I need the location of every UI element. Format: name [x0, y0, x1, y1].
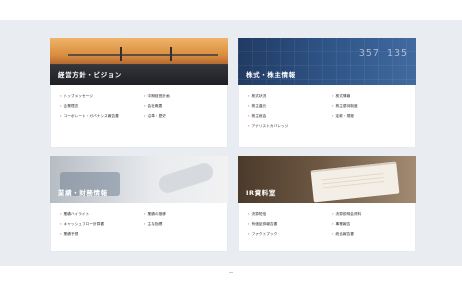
- card-ir: IR資料室 決算短信 決算説明会資料 有価証券報告書 事業報告 ファクトブック …: [238, 156, 416, 252]
- top-white-strip: [0, 0, 462, 20]
- hero-business-image[interactable]: 業績・財務情報: [50, 156, 228, 203]
- card-philosophy: 経営方針・ビジョン トップメッセージ 中期経営計画 企業理念 会社概要 コーポレ…: [50, 38, 228, 148]
- link-item[interactable]: コーポレート・ガバナンス報告書: [60, 114, 119, 119]
- card-title: 株式・株主情報: [246, 71, 296, 79]
- link-item[interactable]: 中期経営計画: [144, 94, 170, 99]
- link-item[interactable]: 株主優待制度: [332, 104, 358, 109]
- hero-philosophy-image[interactable]: 経営方針・ビジョン: [50, 38, 228, 85]
- link-item[interactable]: 決算説明会資料: [332, 212, 362, 217]
- link-item[interactable]: キャッシュフロー計算書: [60, 222, 105, 227]
- links-stock: 株式状況 株式情報 株主還元 株主優待制度 株主総会 定款・規程 アナリストカバ…: [238, 86, 416, 150]
- link-item[interactable]: 主な指標: [144, 222, 163, 227]
- link-item[interactable]: 決算短信: [248, 212, 267, 217]
- links-business: 業績ハイライト 業績の推移 キャッシュフロー計算書 主な指標 業績予想: [50, 204, 228, 254]
- link-item[interactable]: 有価証券報告書: [248, 222, 278, 227]
- open-book-shape: [310, 161, 400, 203]
- link-item[interactable]: 定款・規程: [332, 114, 354, 119]
- card-title: 経営方針・ビジョン: [58, 71, 122, 79]
- card-stock: 357 135 株式・株主情報 株式状況 株式情報 株主還元 株主優待制度 株主…: [238, 38, 416, 148]
- card-title: IR資料室: [246, 189, 276, 197]
- link-item[interactable]: 事業報告: [332, 222, 351, 227]
- link-item[interactable]: 統合報告書: [332, 232, 354, 237]
- link-item[interactable]: 業績ハイライト: [60, 212, 90, 217]
- card-business: 業績・財務情報 業績ハイライト 業績の推移 キャッシュフロー計算書 主な指標 業…: [50, 156, 228, 252]
- stock-ticker-numbers: 357 135: [358, 48, 408, 59]
- links-philosophy: トップメッセージ 中期経営計画 企業理念 会社概要 コーポレート・ガバナンス報告…: [50, 86, 228, 150]
- hero-ir-image[interactable]: IR資料室: [238, 156, 416, 203]
- bridge-shape: [68, 54, 218, 56]
- footer-marker: [229, 272, 233, 273]
- link-item[interactable]: 株主総会: [248, 114, 267, 119]
- hero-stock-image[interactable]: 357 135 株式・株主情報: [238, 38, 416, 85]
- link-item[interactable]: ファクトブック: [248, 232, 278, 237]
- link-item[interactable]: 企業理念: [60, 104, 79, 109]
- link-item[interactable]: 業績予想: [60, 232, 79, 237]
- link-item[interactable]: トップメッセージ: [60, 94, 93, 99]
- link-item[interactable]: 株主還元: [248, 104, 267, 109]
- link-item[interactable]: 業績の推移: [144, 212, 166, 217]
- link-item[interactable]: 会社概要: [144, 104, 163, 109]
- link-item[interactable]: 沿革・歴史: [144, 114, 166, 119]
- link-item[interactable]: 株式状況: [248, 94, 267, 99]
- ir-landing-page: 経営方針・ビジョン トップメッセージ 中期経営計画 企業理念 会社概要 コーポレ…: [0, 0, 462, 286]
- bottom-white-strip: [0, 266, 462, 286]
- links-ir: 決算短信 決算説明会資料 有価証券報告書 事業報告 ファクトブック 統合報告書: [238, 204, 416, 254]
- link-item[interactable]: アナリストカバレッジ: [248, 124, 289, 129]
- bridge-tower-left: [120, 47, 122, 61]
- card-title: 業績・財務情報: [58, 189, 108, 197]
- link-item[interactable]: 株式情報: [332, 94, 351, 99]
- bridge-tower-right: [170, 47, 172, 61]
